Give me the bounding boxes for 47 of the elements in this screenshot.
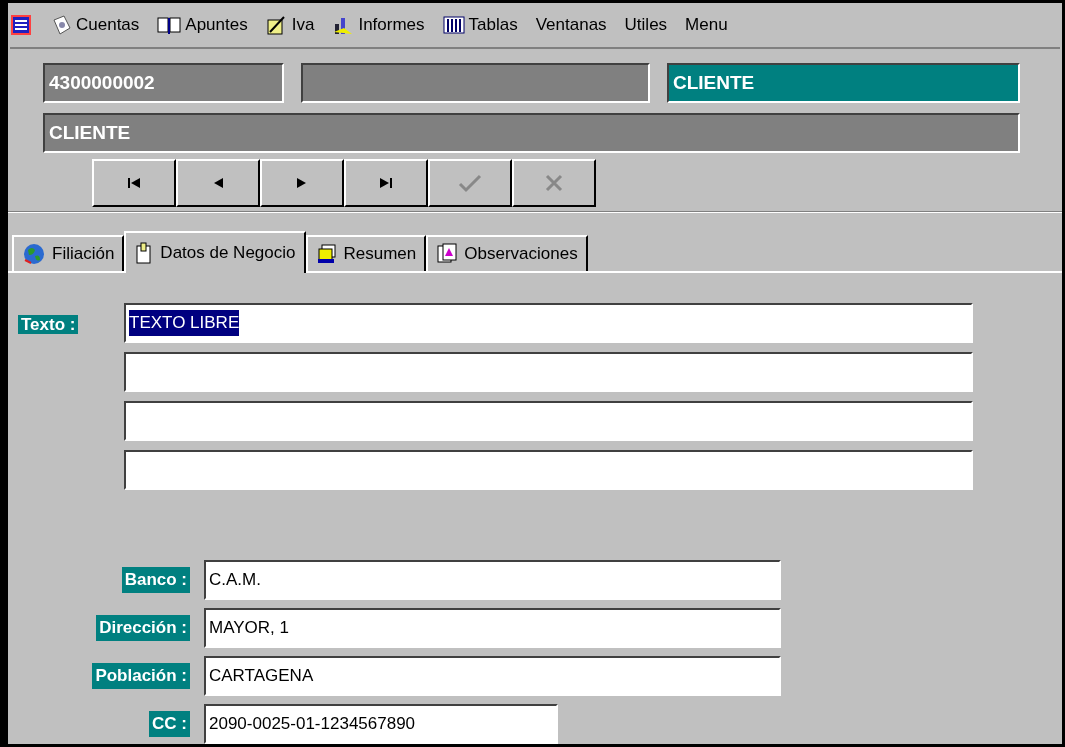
notepad-icon — [50, 14, 72, 36]
previous-icon — [212, 177, 224, 189]
first-record-icon — [127, 177, 141, 189]
tab[interactable]: Observaciones — [426, 235, 588, 271]
name-field[interactable]: CLIENTE — [667, 63, 1020, 103]
blank-field[interactable] — [301, 63, 650, 103]
documents-icon — [315, 243, 338, 265]
globe-icon — [22, 242, 46, 266]
text-line-field[interactable] — [124, 352, 973, 392]
field-label: Dirección : — [96, 615, 190, 641]
input-field[interactable]: CARTAGENA — [204, 656, 781, 696]
menu-item[interactable]: Tablas — [468, 12, 518, 38]
next-icon — [296, 177, 308, 189]
check-icon — [458, 173, 482, 193]
menu-item[interactable]: Informes — [358, 12, 425, 38]
text-line-field[interactable] — [124, 401, 973, 441]
pen-icon — [265, 14, 288, 36]
tab[interactable]: Filiación — [12, 235, 125, 271]
full-name-field[interactable]: CLIENTE — [43, 113, 1020, 153]
field-label: Texto : — [18, 315, 79, 334]
nav-button[interactable] — [92, 159, 176, 207]
book-icon — [157, 15, 182, 35]
field-label: CC : — [149, 711, 190, 737]
input-field[interactable]: MAYOR, 1 — [204, 608, 781, 648]
tab[interactable]: Datos de Negocio — [124, 231, 306, 273]
window-icon[interactable] — [10, 14, 32, 36]
menu-item[interactable]: Ventanas — [535, 12, 607, 38]
field-label: Población : — [92, 663, 190, 689]
text-line-field[interactable] — [124, 450, 973, 490]
nav-button[interactable] — [176, 159, 260, 207]
tab[interactable]: Resumen — [305, 235, 427, 271]
columns-icon — [442, 15, 465, 35]
menu-item[interactable]: Menu — [685, 12, 728, 38]
document-icon — [436, 243, 459, 265]
last-record-icon — [379, 177, 393, 189]
account-code-field[interactable]: 4300000002 — [43, 63, 284, 103]
nav-button[interactable] — [344, 159, 428, 207]
text-line-field[interactable]: TEXTO LIBRE — [124, 303, 973, 343]
menu-item[interactable]: Cuentas — [76, 12, 140, 38]
field-label: Banco : — [121, 567, 190, 593]
menu-item[interactable]: Iva — [291, 12, 315, 38]
menu-item[interactable]: Apuntes — [185, 12, 248, 38]
close-icon — [544, 173, 564, 193]
menu-item[interactable]: Utiles — [624, 12, 668, 38]
input-field[interactable]: C.A.M. — [204, 560, 781, 600]
input-field[interactable]: 2090-0025-01-1234567890 — [204, 704, 558, 744]
nav-button[interactable] — [260, 159, 344, 207]
